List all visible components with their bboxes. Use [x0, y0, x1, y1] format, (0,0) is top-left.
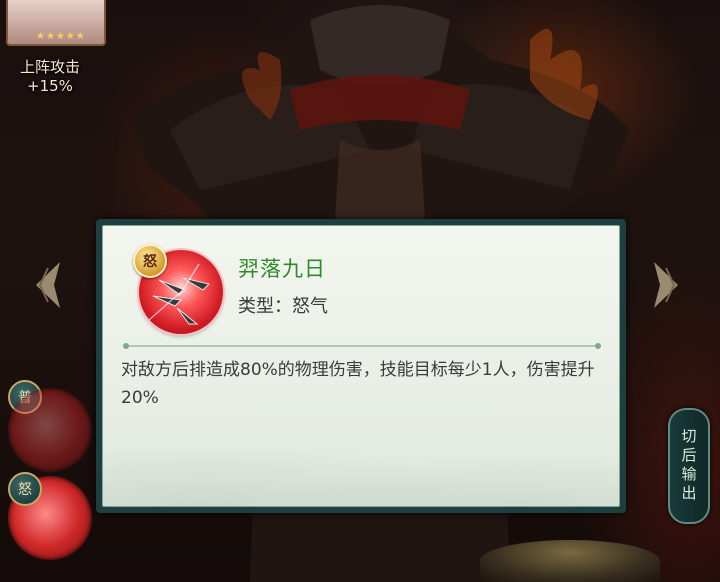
rage-badge: 怒: [133, 244, 167, 278]
switch-button-label: 切后输出: [679, 428, 698, 504]
skill-detail-dialog[interactable]: 怒 羿落九日 类型：怒气 对敌方后排造成80%的物理伤害，技能目标每少1人，伤害…: [96, 219, 626, 513]
attack-buff-text: 上阵攻击+15%: [19, 58, 80, 95]
skill-type: 类型：怒气: [238, 296, 328, 317]
dialog-panel: 怒 羿落九日 类型：怒气 对敌方后排造成80%的物理伤害，技能目标每少1人，伤害…: [102, 225, 620, 507]
rage-skill-badge: 怒: [8, 472, 42, 506]
hero-portrait[interactable]: ★★★★★: [6, 0, 106, 46]
star-rating: ★★★★★: [36, 31, 86, 42]
skill-description: 对敌方后排造成80%的物理伤害，技能目标每少1人，伤害提升20%: [121, 360, 595, 408]
arrow-right-icon[interactable]: [648, 258, 684, 312]
skill-name: 羿落九日: [238, 257, 326, 281]
arrow-left-icon[interactable]: [30, 258, 66, 312]
divider: [123, 343, 601, 349]
pedestal-decoration: [480, 540, 660, 582]
normal-skill-icon[interactable]: [8, 388, 92, 472]
switch-rear-output-button[interactable]: 切后输出: [668, 408, 710, 524]
